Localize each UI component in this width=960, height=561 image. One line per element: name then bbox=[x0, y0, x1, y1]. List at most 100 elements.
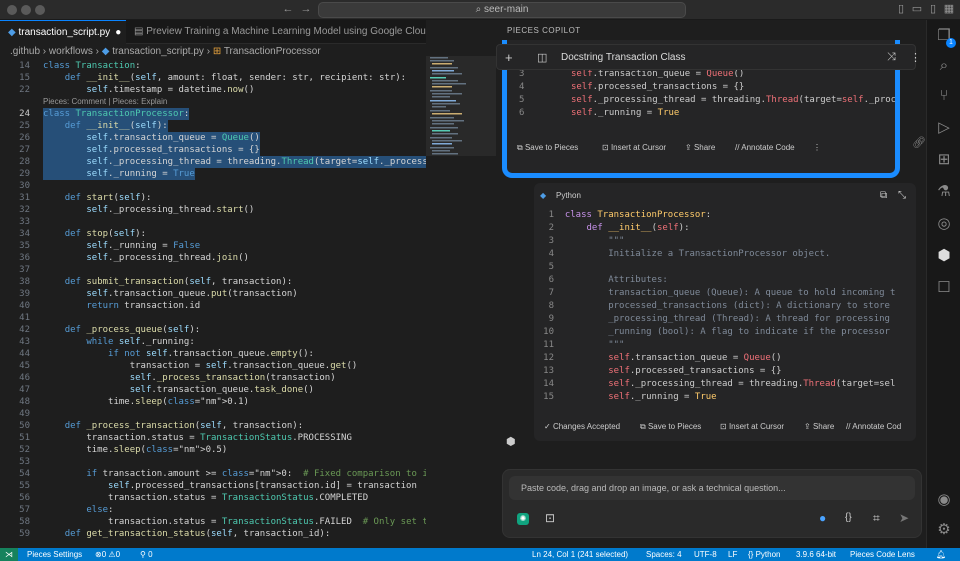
new-chat-plus-icon[interactable]: + bbox=[505, 50, 513, 65]
annotate-code-button[interactable]: // Annotate Cod bbox=[846, 422, 901, 431]
save-to-pieces-button[interactable]: ⧉ Save to Pieces bbox=[640, 422, 701, 432]
source-control-icon[interactable]: ⑂ bbox=[934, 86, 954, 106]
code-line[interactable]: self.transaction_queue.task_done() bbox=[43, 384, 314, 396]
copy-icon[interactable]: ⧉ bbox=[880, 190, 887, 201]
indentation[interactable]: Spaces: 4 bbox=[646, 548, 682, 561]
conversations-list-icon[interactable]: ◫ bbox=[537, 51, 547, 64]
minimize-window-button[interactable] bbox=[21, 5, 31, 15]
command-center-search[interactable]: ⌕ seer-main bbox=[318, 2, 686, 18]
back-arrow-icon[interactable]: ← bbox=[282, 3, 294, 15]
insert-at-cursor-button[interactable]: ⊡ Insert at Cursor bbox=[720, 422, 784, 431]
code-line[interactable]: def __init__(self): bbox=[43, 120, 168, 132]
code-line[interactable]: def stop(self): bbox=[43, 228, 146, 240]
pieces-drive-icon[interactable]: ◎ bbox=[934, 214, 954, 234]
link-icon[interactable]: 🔗︎ bbox=[912, 136, 926, 149]
unsaved-dot-icon[interactable]: ● bbox=[115, 27, 121, 38]
code-line[interactable]: if not self.transaction_queue.empty(): bbox=[43, 348, 314, 360]
code-line[interactable]: self.processed_transactions[transaction.… bbox=[43, 480, 417, 492]
code-line[interactable]: def get_transaction_status(self, transac… bbox=[43, 528, 331, 540]
close-window-button[interactable] bbox=[7, 5, 17, 15]
toggle-secondary-sidebar-icon[interactable]: ▯ bbox=[927, 3, 939, 15]
share-button[interactable]: ⇪ Share bbox=[685, 143, 715, 152]
llm-model-icon[interactable]: ✺ bbox=[517, 513, 529, 525]
collapse-icon[interactable]: ⤨ bbox=[887, 51, 896, 64]
run-debug-icon[interactable]: ▷ bbox=[934, 118, 954, 138]
code-line[interactable]: self._running = True bbox=[43, 168, 195, 180]
forward-arrow-icon[interactable]: → bbox=[300, 3, 312, 15]
end-of-line[interactable]: LF bbox=[728, 548, 737, 561]
extensions-icon[interactable]: ⊞ bbox=[934, 150, 954, 170]
lightbulb-icon[interactable]: ● bbox=[819, 511, 826, 525]
search-icon[interactable]: ⌕ bbox=[934, 56, 954, 76]
code-line[interactable]: self._processing_thread.start() bbox=[43, 204, 254, 216]
code-braces-icon[interactable]: {} bbox=[845, 512, 852, 523]
code-line[interactable]: transaction.status = TransactionStatus.F… bbox=[43, 516, 426, 528]
account-icon[interactable]: ◉ bbox=[934, 490, 954, 510]
code-line[interactable]: while self._running: bbox=[43, 336, 194, 348]
code-line[interactable]: self.transaction_queue.put(transaction) bbox=[43, 288, 297, 300]
code-line[interactable]: transaction.status = TransactionStatus.P… bbox=[43, 432, 352, 444]
conversation-title[interactable]: Docstring Transaction Class bbox=[561, 52, 692, 63]
share-button[interactable]: ⇪ Share bbox=[804, 422, 834, 431]
screenshot-icon[interactable]: ⌗ bbox=[873, 511, 880, 526]
toggle-panel-icon[interactable]: ▭ bbox=[911, 3, 923, 15]
code-line[interactable]: class TransactionProcessor: bbox=[43, 108, 190, 120]
code-line[interactable]: def _process_queue(self): bbox=[43, 324, 201, 336]
code-line[interactable]: if transaction.amount >= class="nm">0: #… bbox=[43, 468, 426, 480]
code-line[interactable]: self.timestamp = datetime.now() bbox=[43, 84, 254, 96]
notifications-bell-icon[interactable]: 🔔︎ bbox=[936, 548, 946, 561]
code-line[interactable]: time.sleep(class="nm">0.5) bbox=[43, 444, 227, 456]
send-icon[interactable]: ➤ bbox=[899, 511, 909, 525]
code-line[interactable]: return transaction.id bbox=[43, 300, 200, 312]
pieces-code-lens[interactable]: Pieces Code Lens bbox=[850, 548, 915, 561]
toggle-sidebar-icon[interactable]: ▯ bbox=[895, 3, 907, 15]
code-line[interactable]: transaction.status = TransactionStatus.C… bbox=[43, 492, 368, 504]
remote-icon[interactable]: ⋊ bbox=[0, 548, 18, 561]
code-line[interactable]: def _process_transaction(self, transacti… bbox=[43, 420, 303, 432]
code-line[interactable]: def start(self): bbox=[43, 192, 152, 204]
save-to-pieces-button[interactable]: ⧉ Save to Pieces bbox=[517, 143, 578, 153]
code-line[interactable]: self._processing_thread.join() bbox=[43, 252, 249, 264]
code-line[interactable]: def __init__(self, amount: float, sender… bbox=[43, 72, 406, 84]
tab-transaction-script[interactable]: ◆ transaction_script.py ● bbox=[0, 20, 126, 44]
tab-preview[interactable]: ▤ Preview Training a Machine Learning Mo… bbox=[126, 20, 426, 44]
code-line[interactable]: time.sleep(class="nm">0.1) bbox=[43, 396, 249, 408]
chat-input[interactable]: Paste code, drag and drop an image, or a… bbox=[509, 476, 915, 500]
collapse-icon[interactable]: ⤡ bbox=[898, 190, 906, 201]
customize-layout-icon[interactable]: ▦ bbox=[943, 3, 955, 15]
python-interpreter[interactable]: 3.9.6 64-bit bbox=[796, 548, 836, 561]
problems-indicator[interactable]: ⊗0 ⚠0 bbox=[95, 548, 120, 561]
minimap[interactable] bbox=[426, 20, 496, 548]
code-area[interactable]: 14 class Transaction: 15 def __init__(self… bbox=[0, 60, 426, 548]
ports-indicator[interactable]: ⚲ 0 bbox=[140, 548, 153, 561]
pieces-settings[interactable]: Pieces Settings bbox=[27, 548, 82, 561]
insert-at-cursor-button[interactable]: ⊡ Insert at Cursor bbox=[602, 143, 666, 152]
code-line[interactable]: self._process_transaction(transaction) bbox=[43, 372, 336, 384]
breadcrumb-item[interactable]: workflows bbox=[49, 46, 93, 57]
context-icon[interactable]: ⊡ bbox=[545, 511, 555, 525]
annotate-code-button[interactable]: // Annotate Code bbox=[735, 143, 795, 152]
code-lens[interactable]: Pieces: Comment | Pieces: Explain bbox=[43, 96, 167, 108]
code-line[interactable]: self._running = False bbox=[43, 240, 200, 252]
more-options-icon[interactable]: ⋮ bbox=[910, 51, 921, 64]
code-line[interactable]: transaction = self.transaction_queue.get… bbox=[43, 360, 358, 372]
code-line[interactable]: self.transaction_queue = Queue() bbox=[43, 132, 260, 144]
encoding[interactable]: UTF-8 bbox=[694, 548, 717, 561]
code-line[interactable]: self.processed_transactions = {} bbox=[43, 144, 260, 156]
language-mode[interactable]: {} Python bbox=[748, 548, 780, 561]
snippet-code[interactable]: 1 class TransactionProcessor: 2 def __ini… bbox=[534, 209, 916, 409]
cursor-position[interactable]: Ln 24, Col 1 (241 selected) bbox=[532, 548, 628, 561]
settings-gear-icon[interactable]: ⚙ bbox=[934, 520, 954, 540]
breadcrumb-item[interactable]: .github bbox=[10, 46, 40, 57]
testing-icon[interactable]: ⚗ bbox=[934, 182, 954, 202]
code-line[interactable]: class Transaction: bbox=[43, 60, 141, 72]
pieces-copilot-icon[interactable]: ⬢ bbox=[934, 246, 954, 266]
code-line[interactable]: def submit_transaction(self, transaction… bbox=[43, 276, 293, 288]
breadcrumb-item[interactable]: TransactionProcessor bbox=[224, 46, 321, 57]
code-line[interactable]: self._processing_thread = threading.Thre… bbox=[43, 156, 426, 168]
breadcrumb-item[interactable]: transaction_script.py bbox=[112, 46, 204, 57]
maximize-window-button[interactable] bbox=[35, 5, 45, 15]
chat-icon[interactable]: ☐ bbox=[934, 278, 954, 298]
code-line[interactable]: else: bbox=[43, 504, 113, 516]
more-options-icon[interactable]: ⋮ bbox=[813, 143, 821, 152]
